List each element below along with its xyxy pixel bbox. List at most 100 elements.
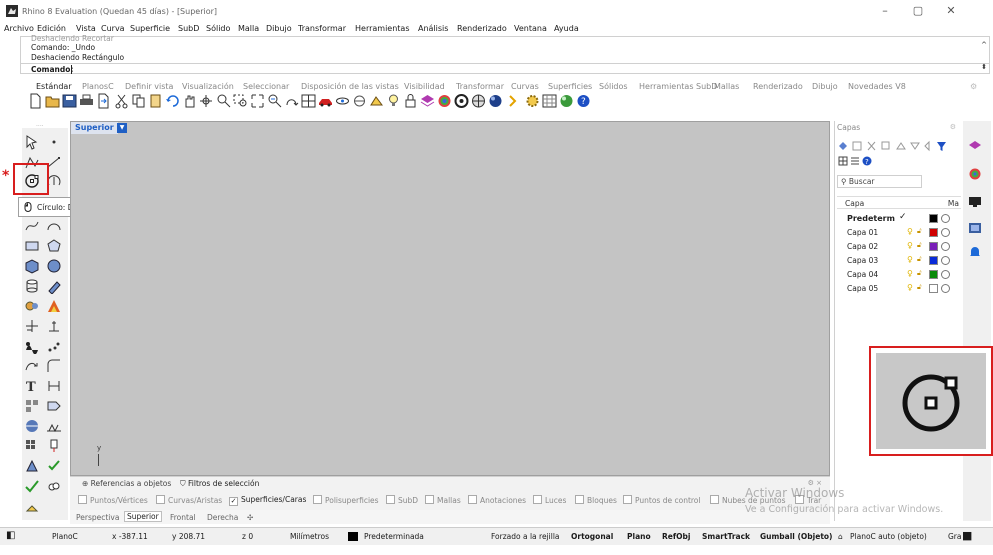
shaded-sphere-icon[interactable] xyxy=(559,93,574,109)
tab-object-snaps[interactable]: ⊕ Referencias a objetos xyxy=(82,479,171,488)
car-icon[interactable] xyxy=(318,93,333,109)
window-icon[interactable]: ◧ xyxy=(6,530,15,541)
move-left-icon[interactable] xyxy=(924,140,930,152)
tab-novedades-v8[interactable]: Novedades V8 xyxy=(848,82,906,91)
unlock-icon[interactable]: 🔓︎ xyxy=(917,227,922,236)
layer-name[interactable]: Capa 02 xyxy=(847,242,878,251)
move-down-icon[interactable] xyxy=(910,142,920,150)
duplicate-layer-icon[interactable] xyxy=(881,141,890,150)
mesh-icon[interactable] xyxy=(24,338,40,354)
arrow-curve-icon[interactable] xyxy=(24,358,40,374)
menu-ventana[interactable]: Ventana xyxy=(514,24,547,33)
unlock-icon[interactable]: 🔓︎ xyxy=(917,255,922,264)
layer-name[interactable]: Capa 03 xyxy=(847,256,878,265)
pin-icon[interactable] xyxy=(46,438,62,454)
delete-layer-icon[interactable] xyxy=(867,141,876,151)
cloud-icon[interactable] xyxy=(46,478,62,494)
status-grid-snap[interactable]: Forzado a la rejilla xyxy=(491,532,560,541)
zoom-selected-icon[interactable] xyxy=(267,93,282,109)
tab-dibujo[interactable]: Dibujo xyxy=(812,82,838,91)
zoom-window-icon[interactable] xyxy=(233,93,248,109)
layers-tab-icon[interactable] xyxy=(968,139,982,153)
layer-search-input[interactable]: ⚲ Buscar xyxy=(837,175,922,188)
layer-row[interactable]: Capa 01 ♀ 🔓︎ xyxy=(837,226,961,239)
fillet-icon[interactable] xyxy=(24,298,40,314)
list-menu-icon[interactable] xyxy=(851,157,859,165)
tab-disposicion[interactable]: Disposición de las vistas xyxy=(301,82,399,91)
filter-checkbox[interactable]: Curvas/Aristas xyxy=(156,495,222,505)
arc-icon[interactable] xyxy=(46,218,62,234)
layer-color-swatch[interactable] xyxy=(929,270,938,279)
tab-perspectiva[interactable]: Perspectiva xyxy=(76,513,119,522)
new-layer-icon[interactable] xyxy=(839,142,847,150)
menu-renderizado[interactable]: Renderizado xyxy=(457,24,507,33)
maximize-button[interactable]: ▢ xyxy=(903,3,933,19)
new-sublayer-icon[interactable] xyxy=(852,141,862,151)
light-bulb-icon[interactable]: ♀ xyxy=(907,227,913,236)
zoom-icon[interactable] xyxy=(216,93,231,109)
layer-name[interactable]: Capa 01 xyxy=(847,228,878,237)
tab-superior[interactable]: Superior xyxy=(124,511,162,522)
paste-icon[interactable] xyxy=(148,93,163,109)
status-osnap[interactable]: RefObj xyxy=(662,532,690,541)
light-bulb-icon[interactable] xyxy=(386,93,401,109)
group-icon[interactable] xyxy=(24,438,40,454)
menu-dibujo[interactable]: Dibujo xyxy=(266,24,292,33)
menu-transformar[interactable]: Transformar xyxy=(298,24,346,33)
layer-color-swatch[interactable] xyxy=(929,284,938,293)
boolean-icon[interactable] xyxy=(46,298,62,314)
tab-solidos[interactable]: Sólidos xyxy=(599,82,628,91)
tab-visibilidad[interactable]: Visibilidad xyxy=(404,82,445,91)
tab-seleccionar[interactable]: Seleccionar xyxy=(243,82,289,91)
filter-checkbox[interactable]: ✓ Superficies/Caras xyxy=(229,495,306,506)
layer-color-swatch[interactable] xyxy=(929,242,938,251)
extrude-icon[interactable] xyxy=(46,278,62,294)
rectangle-icon[interactable] xyxy=(24,238,40,254)
copy-move-icon[interactable] xyxy=(46,318,62,334)
help-icon[interactable]: ? xyxy=(576,93,591,109)
status-record-history[interactable]: Gra xyxy=(948,532,962,541)
filter-icon[interactable] xyxy=(937,142,946,151)
new-file-icon[interactable] xyxy=(28,93,43,109)
filter-checkbox[interactable]: Polisuperficies xyxy=(313,495,379,505)
status-gumball[interactable]: Gumball (Objeto) xyxy=(760,532,833,541)
gear-icon[interactable]: ⚙ xyxy=(970,82,977,91)
layer-color-swatch[interactable] xyxy=(929,256,938,265)
set-cplane-icon[interactable] xyxy=(369,93,384,109)
layer-name[interactable]: Predeterm xyxy=(847,214,895,223)
menu-subd[interactable]: SubD xyxy=(178,24,199,33)
menu-ayuda[interactable]: Ayuda xyxy=(554,24,579,33)
menu-solido[interactable]: Sólido xyxy=(206,24,230,33)
lock-icon[interactable] xyxy=(403,93,418,109)
truss-icon[interactable] xyxy=(46,418,62,434)
current-layer[interactable]: Predeterminada xyxy=(364,532,424,541)
layer-color-swatch[interactable] xyxy=(929,214,938,223)
layer-row[interactable]: Capa 04 ♀ 🔓︎ xyxy=(837,268,961,281)
move-icon[interactable] xyxy=(24,318,40,334)
layer-material-icon[interactable] xyxy=(941,284,950,293)
box-icon[interactable] xyxy=(24,258,40,274)
command-dropdown-icon[interactable]: ⬍ xyxy=(981,63,987,71)
light-bulb-icon[interactable]: ♀ xyxy=(907,241,913,250)
print-icon[interactable] xyxy=(79,93,94,109)
zoom-extents-icon[interactable] xyxy=(250,93,265,109)
status-smarttrack[interactable]: SmartTrack xyxy=(702,532,750,541)
layer-material-icon[interactable] xyxy=(941,228,950,237)
menu-superficie[interactable]: Superficie xyxy=(130,24,170,33)
render-sphere-icon[interactable] xyxy=(488,93,503,109)
snap-icon[interactable] xyxy=(508,93,523,109)
viewport-menu-chevron-icon[interactable]: ▼ xyxy=(117,123,127,133)
layer-material-icon[interactable] xyxy=(941,242,950,251)
move-up-icon[interactable] xyxy=(896,142,906,150)
menu-analisis[interactable]: Análisis xyxy=(418,24,448,33)
unlock-icon[interactable]: 🔓︎ xyxy=(917,241,922,250)
viewport-title[interactable]: Superior xyxy=(71,122,118,134)
table-view-icon[interactable] xyxy=(838,156,848,166)
pan-hand-icon[interactable] xyxy=(182,93,197,109)
tab-transformar[interactable]: Transformar xyxy=(456,82,504,91)
dimension-icon[interactable] xyxy=(46,378,62,394)
save-icon[interactable] xyxy=(62,93,77,109)
command-input[interactable] xyxy=(71,65,981,74)
layer-material-icon[interactable] xyxy=(941,214,950,223)
polygon-icon[interactable] xyxy=(46,238,62,254)
